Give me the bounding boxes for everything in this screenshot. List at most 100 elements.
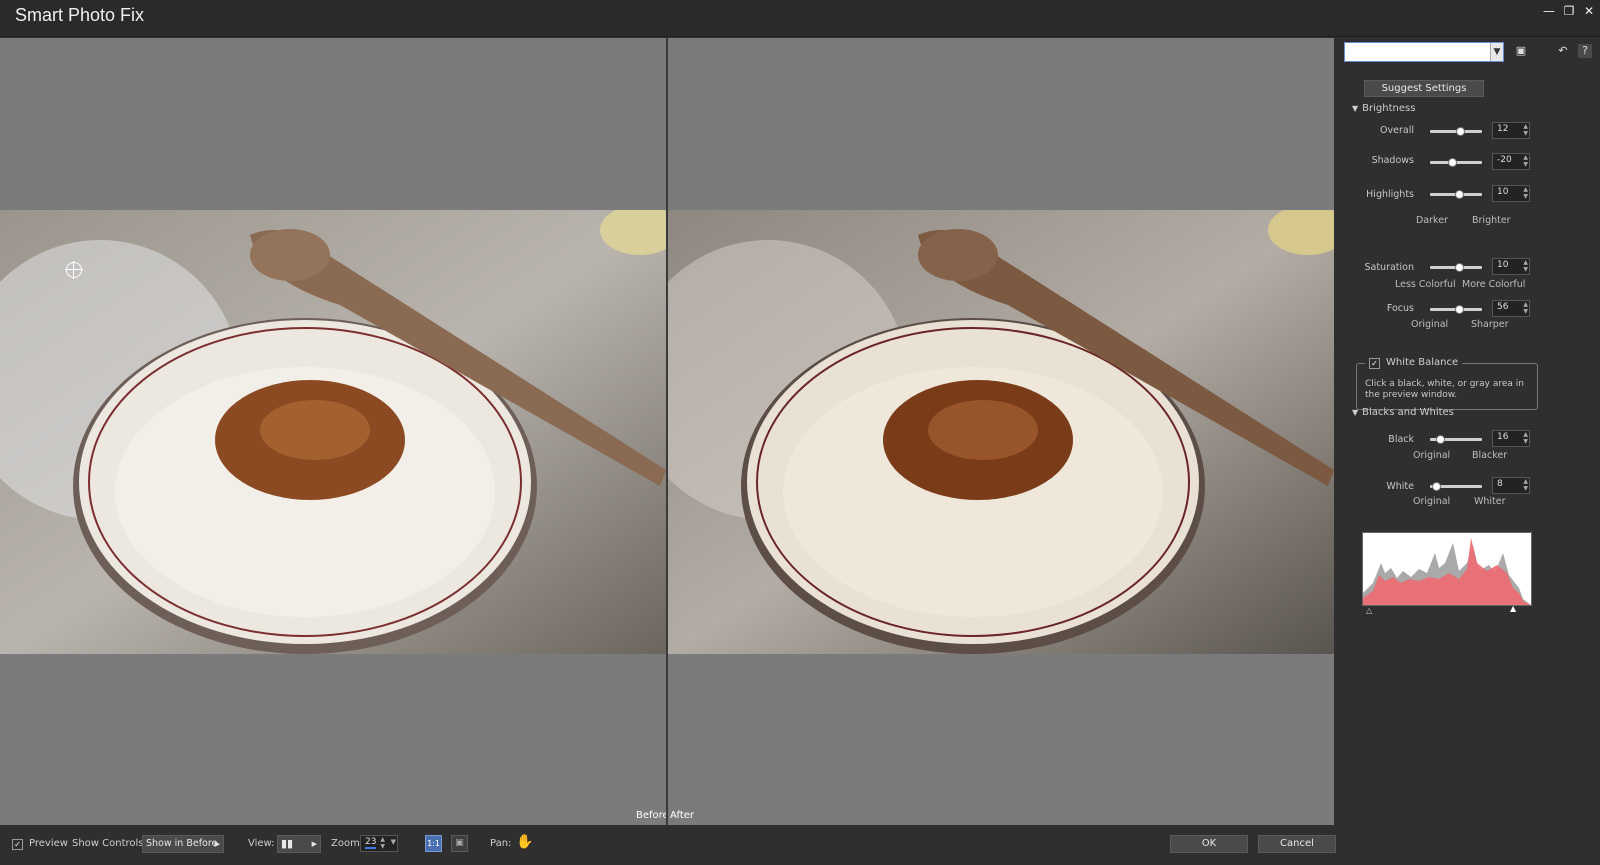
white-slider[interactable] xyxy=(1430,482,1482,491)
highlights-value: 10 xyxy=(1497,187,1509,197)
cancel-button[interactable]: Cancel xyxy=(1258,835,1336,853)
brightness-section-toggle[interactable]: ▼ Brightness xyxy=(1352,103,1415,114)
shadows-value: -20 xyxy=(1497,155,1512,165)
before-photo[interactable] xyxy=(0,210,666,654)
brighter-label: Brighter xyxy=(1472,215,1511,226)
white-balance-label: White Balance xyxy=(1386,357,1459,368)
spin-arrows-icon[interactable]: ▲ ▼ xyxy=(1523,478,1528,492)
before-pane[interactable]: Before xyxy=(0,38,666,825)
overall-spinbox[interactable]: 12 ▲ ▼ xyxy=(1492,122,1530,139)
black-slider[interactable] xyxy=(1430,435,1482,444)
white-balance-group[interactable]: ✓ White Balance Click a black, white, or … xyxy=(1356,357,1538,410)
spin-arrows-icon[interactable]: ▲ ▼ xyxy=(380,836,385,850)
ok-button[interactable]: OK xyxy=(1170,835,1248,853)
black-slider-knob[interactable] xyxy=(1436,435,1446,444)
triangle-right-icon: ▶ xyxy=(214,840,220,848)
darker-label: Darker xyxy=(1416,215,1448,226)
focus-slider[interactable] xyxy=(1430,305,1482,314)
spin-arrows-icon[interactable]: ▲ ▼ xyxy=(1523,123,1528,137)
white-label: White xyxy=(1386,481,1414,492)
whiter-label: Whiter xyxy=(1474,496,1506,507)
shadows-label: Shadows xyxy=(1371,155,1414,166)
close-icon[interactable]: ✕ xyxy=(1580,3,1598,19)
sharper-label: Sharper xyxy=(1471,319,1509,330)
white-original-label: Original xyxy=(1413,496,1451,507)
white-slider-knob[interactable] xyxy=(1432,482,1442,491)
triangle-down-icon: ▼ xyxy=(1352,408,1359,417)
reset-icon[interactable]: ↶ xyxy=(1556,44,1570,58)
preview-label: Preview xyxy=(29,838,68,849)
black-value: 16 xyxy=(1497,432,1509,442)
highlights-spinbox[interactable]: 10 ▲ ▼ xyxy=(1492,185,1530,202)
show-controls-select[interactable]: Show in Before ▶ xyxy=(142,835,224,853)
white-balance-checkbox[interactable]: ✓ White Balance xyxy=(1365,357,1463,369)
more-colorful-label: More Colorful xyxy=(1462,279,1526,290)
zoom-spinbox[interactable]: 23 ▲ ▼ ▼ xyxy=(360,835,398,852)
focus-slider-knob[interactable] xyxy=(1455,305,1465,314)
after-pane[interactable]: After xyxy=(668,38,1334,825)
focus-value: 56 xyxy=(1497,302,1509,312)
view-label: View: xyxy=(248,838,275,849)
before-label: Before xyxy=(636,810,666,821)
zoom-label: Zoom: xyxy=(331,838,364,849)
blacker-label: Blacker xyxy=(1472,450,1508,461)
title-bar: Smart Photo Fix — ❐ ✕ xyxy=(0,0,1600,37)
checkmark-icon[interactable]: ✓ xyxy=(12,839,23,850)
less-colorful-label: Less Colorful xyxy=(1395,279,1456,290)
restore-icon[interactable]: ❐ xyxy=(1560,3,1578,19)
spin-arrows-icon[interactable]: ▲ ▼ xyxy=(1523,301,1528,315)
focus-label: Focus xyxy=(1386,303,1414,314)
spin-arrows-icon[interactable]: ▲ ▼ xyxy=(1523,259,1528,273)
overall-value: 12 xyxy=(1497,124,1509,134)
spin-arrows-icon[interactable]: ▲ ▼ xyxy=(1523,431,1528,445)
pan-hand-icon[interactable]: ✋ xyxy=(516,834,533,850)
checkmark-icon[interactable]: ✓ xyxy=(1369,358,1380,369)
settings-panel: ▼ ▣ ↶ ? Suggest Settings ▼ Brightness Ove… xyxy=(1334,38,1600,825)
show-controls-value: Show in Before xyxy=(146,838,218,849)
black-original-label: Original xyxy=(1413,450,1451,461)
fit-icon[interactable]: ▣ xyxy=(451,835,468,852)
help-icon[interactable]: ? xyxy=(1578,44,1592,58)
save-preset-icon[interactable]: ▣ xyxy=(1514,44,1528,58)
view-split-icon[interactable]: ▮▮ ▶ xyxy=(277,835,321,853)
black-label: Black xyxy=(1388,434,1414,445)
focus-original-label: Original xyxy=(1411,319,1449,330)
saturation-slider-knob[interactable] xyxy=(1455,263,1465,272)
suggest-settings-button[interactable]: Suggest Settings xyxy=(1364,80,1484,97)
black-spinbox[interactable]: 16 ▲ ▼ xyxy=(1492,430,1530,447)
preview-area: Before After xyxy=(0,38,1334,825)
crosshair-icon[interactable] xyxy=(65,261,83,279)
chevron-down-icon[interactable]: ▼ xyxy=(1490,43,1503,61)
highlights-slider[interactable] xyxy=(1430,190,1482,199)
white-value: 8 xyxy=(1497,479,1503,489)
actual-size-icon[interactable]: 1:1 xyxy=(425,835,442,852)
black-point-marker-icon[interactable]: △ xyxy=(1366,606,1372,615)
focus-spinbox[interactable]: 56 ▲ ▼ xyxy=(1492,300,1530,317)
white-balance-hint: Click a black, white, or gray area in th… xyxy=(1365,379,1524,400)
histogram xyxy=(1362,532,1532,606)
chevron-down-icon[interactable]: ▼ xyxy=(391,838,396,846)
overall-slider-knob[interactable] xyxy=(1456,127,1466,136)
white-point-marker-icon[interactable]: ▲ xyxy=(1510,604,1516,613)
minimize-icon[interactable]: — xyxy=(1540,3,1558,19)
shadows-slider-knob[interactable] xyxy=(1447,158,1457,167)
bottom-bar: ✓ Preview Show Controls: Show in Before ▶ … xyxy=(0,826,1600,865)
preset-dropdown[interactable]: ▼ xyxy=(1344,42,1504,62)
white-spinbox[interactable]: 8 ▲ ▼ xyxy=(1492,477,1530,494)
preview-checkbox[interactable]: ✓ Preview xyxy=(12,838,68,850)
triangle-down-icon: ▼ xyxy=(1352,104,1359,113)
blacks-whites-section-toggle[interactable]: ▼ Blacks and Whites xyxy=(1352,407,1454,418)
shadows-slider[interactable] xyxy=(1430,158,1482,167)
shadows-spinbox[interactable]: -20 ▲ ▼ xyxy=(1492,153,1530,170)
spin-arrows-icon[interactable]: ▲ ▼ xyxy=(1523,186,1528,200)
overall-slider[interactable] xyxy=(1430,127,1482,136)
overall-label: Overall xyxy=(1380,125,1414,136)
highlights-slider-knob[interactable] xyxy=(1455,190,1465,199)
saturation-spinbox[interactable]: 10 ▲ ▼ xyxy=(1492,258,1530,275)
saturation-value: 10 xyxy=(1497,260,1509,270)
show-controls-label: Show Controls: xyxy=(72,838,147,849)
spin-arrows-icon[interactable]: ▲ ▼ xyxy=(1523,154,1528,168)
brightness-heading: Brightness xyxy=(1362,103,1416,114)
saturation-slider[interactable] xyxy=(1430,263,1482,272)
pan-label: Pan: xyxy=(490,838,512,849)
